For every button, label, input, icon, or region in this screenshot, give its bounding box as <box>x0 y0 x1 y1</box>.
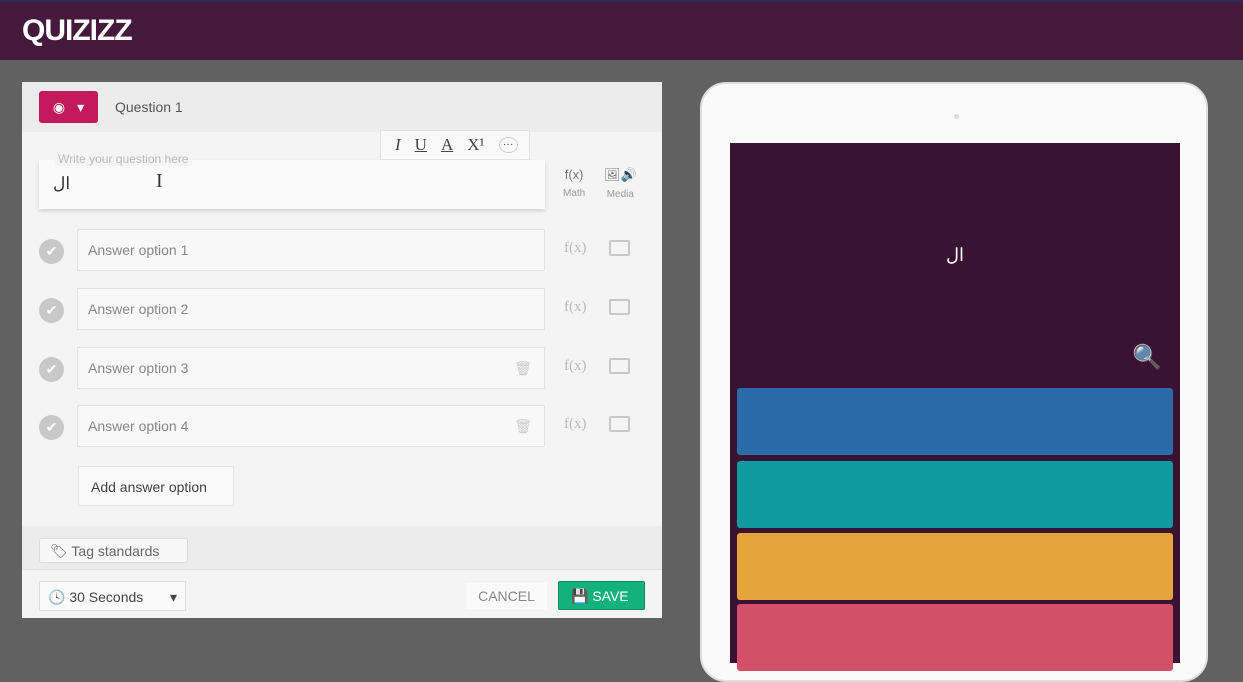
math-icon[interactable]: f(x) <box>564 299 587 316</box>
math-icon[interactable]: f(x) <box>564 240 587 257</box>
chevron-down-icon: ▾ <box>169 589 177 605</box>
answer-input[interactable]: Answer option 2 <box>77 288 545 330</box>
superscript-button[interactable]: X¹ <box>467 135 484 155</box>
question-text[interactable]: ال <box>53 174 70 194</box>
save-label: SAVE <box>592 588 629 604</box>
answer-input[interactable]: Answer option 4 🗑 <box>77 405 545 447</box>
question-number: Question 1 <box>115 99 183 115</box>
answer-row: ✔ Answer option 2 f(x) <box>22 288 662 332</box>
media-icon: 🖼🔊 <box>604 167 637 182</box>
format-toolbar: I U A X¹ ··· <box>380 130 530 160</box>
math-button[interactable]: f(x) Math <box>563 167 585 199</box>
answer-placeholder: Answer option 3 <box>88 360 189 376</box>
answer-input[interactable]: Answer option 3 🗑 <box>77 347 545 389</box>
answer-row: ✔ Answer option 1 f(x) <box>22 229 662 273</box>
answer-row: ✔ Answer option 4 🗑 f(x) <box>22 405 662 449</box>
preview-option <box>737 461 1173 528</box>
radio-icon: ◉ <box>52 98 66 115</box>
quizizz-logo[interactable]: QUIZIZZ <box>22 14 133 48</box>
zoom-in-icon[interactable]: 🔍 <box>1132 343 1162 372</box>
preview-question: ال 🔍 <box>730 143 1180 385</box>
tag-bar: 🏷 Tag standards <box>22 526 662 570</box>
underline-button[interactable]: U <box>415 135 427 155</box>
image-icon[interactable] <box>609 358 630 374</box>
question-placeholder: Write your question here <box>55 152 192 166</box>
answer-row: ✔ Answer option 3 🗑 f(x) <box>22 347 662 391</box>
text-cursor-icon: I <box>156 170 163 192</box>
italic-button[interactable]: I <box>395 135 401 155</box>
math-icon: f(x) <box>564 167 584 182</box>
correct-check-icon[interactable]: ✔ <box>39 415 64 440</box>
add-answer-button[interactable]: Add answer option <box>78 466 234 506</box>
math-icon[interactable]: f(x) <box>564 358 587 375</box>
correct-check-icon[interactable]: ✔ <box>39 239 64 264</box>
cancel-button[interactable]: CANCEL <box>466 583 547 609</box>
answer-input[interactable]: Answer option 1 <box>77 229 545 271</box>
question-header: ◉ ▾ Question 1 <box>22 82 662 132</box>
tag-icon: 🏷 <box>50 543 72 559</box>
correct-check-icon[interactable]: ✔ <box>39 298 64 323</box>
math-icon[interactable]: f(x) <box>564 416 587 433</box>
image-icon[interactable] <box>609 299 630 315</box>
save-button[interactable]: 💾 SAVE <box>558 581 645 610</box>
preview-option <box>737 533 1173 600</box>
preview-option <box>737 604 1173 671</box>
question-type-button[interactable]: ◉ ▾ <box>39 91 98 123</box>
trash-icon[interactable]: 🗑 <box>514 360 532 377</box>
time-select[interactable]: 🕓 30 Seconds ▾ <box>39 581 186 611</box>
chevron-down-icon: ▾ <box>77 98 85 115</box>
more-options-button[interactable]: ··· <box>498 137 518 153</box>
question-input[interactable]: ال I <box>39 160 545 209</box>
media-label: Media <box>606 189 634 200</box>
save-icon: 💾 <box>571 588 589 604</box>
image-icon[interactable] <box>609 416 630 432</box>
media-button[interactable]: 🖼🔊 Media <box>604 167 637 200</box>
preview-option <box>737 388 1173 455</box>
camera-dot <box>954 114 959 119</box>
preview-question-text: ال <box>945 245 965 265</box>
time-value: 30 Seconds <box>69 589 144 605</box>
tag-standards-button[interactable]: 🏷 Tag standards <box>39 538 188 563</box>
text-color-button[interactable]: A <box>441 135 453 155</box>
question-editor: ◉ ▾ Question 1 ال I Write your question h… <box>22 82 662 618</box>
correct-check-icon[interactable]: ✔ <box>39 357 64 382</box>
image-icon[interactable] <box>609 240 630 256</box>
top-header: QUIZIZZ <box>0 0 1243 60</box>
answer-placeholder: Answer option 4 <box>88 418 189 434</box>
math-label: Math <box>563 188 586 199</box>
preview-screen: ال 🔍 <box>730 143 1180 671</box>
tag-label: Tag standards <box>71 543 160 559</box>
trash-icon[interactable]: 🗑 <box>514 418 532 435</box>
clock-icon: 🕓 <box>48 589 66 605</box>
